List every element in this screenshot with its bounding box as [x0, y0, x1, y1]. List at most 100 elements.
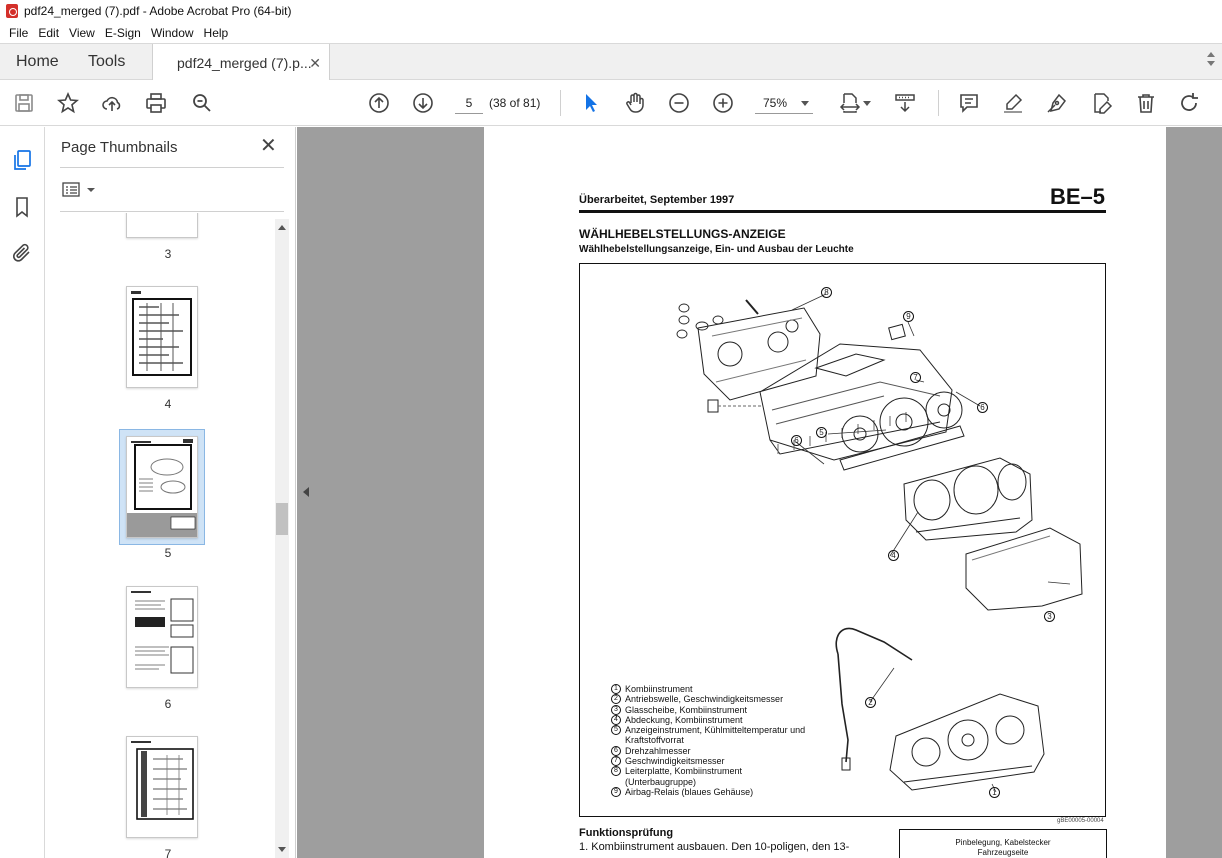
toolbar-divider: [560, 90, 561, 116]
scroll-up-icon[interactable]: [278, 225, 286, 230]
previous-page-icon[interactable]: [367, 91, 391, 115]
pin-box-title: Pinbelegung, Kabelstecker: [955, 838, 1051, 847]
page-fit-icon[interactable]: [838, 91, 862, 115]
legend-item: 2 Antriebswelle, Geschwindigkeitsmesser: [611, 694, 821, 705]
page-fit-dropdown-icon[interactable]: [863, 101, 871, 106]
panel-title: Page Thumbnails: [61, 139, 178, 156]
thumbnail-label: 4: [164, 397, 172, 411]
zoom-search-icon[interactable]: [190, 91, 214, 115]
menu-view[interactable]: View: [64, 26, 100, 40]
thumbnail-options-button[interactable]: [62, 179, 96, 201]
pdf-file-icon: [6, 4, 18, 18]
chevron-up-icon[interactable]: [1207, 52, 1215, 57]
legend-item: 8 Leiterplatte, Kombiinstrument (Unterbau…: [611, 766, 761, 787]
hand-tool-icon[interactable]: [623, 91, 647, 115]
star-icon[interactable]: [56, 91, 80, 115]
tab-bar: Home Tools pdf24_merged (7).p... ✕: [0, 43, 1222, 81]
legend-item: 9 Airbag-Relais (blaues Gehäuse): [611, 786, 821, 797]
cluster-cover: [903, 457, 1033, 541]
page-subheading: Wählhebelstellungsanzeige, Ein- und Ausb…: [579, 244, 854, 255]
callout-6: 6: [977, 402, 988, 413]
page-thumbnail-7[interactable]: [126, 736, 198, 838]
circuit-board: [697, 307, 821, 401]
drive-shaft: [835, 627, 913, 661]
callout-9: 9: [903, 311, 914, 322]
section-heading: Funktionsprüfung: [579, 827, 674, 839]
delete-icon[interactable]: [1134, 91, 1158, 115]
comment-icon[interactable]: [957, 91, 981, 115]
bookmark-icon[interactable]: [10, 195, 34, 219]
page-thumbnail-4[interactable]: [126, 286, 198, 388]
thumbnail-list: 3 4 5 6 7: [60, 213, 276, 858]
edit-pdf-icon[interactable]: [1090, 91, 1114, 115]
thumbnail-label: 5: [164, 546, 172, 560]
callout-3: 3: [1044, 611, 1055, 622]
upload-cloud-icon[interactable]: [100, 91, 124, 115]
chevron-down-icon: [801, 101, 809, 106]
pdf-page: Überarbeitet, September 1997 BE–5 WÄHLHE…: [484, 127, 1166, 858]
legend-item: 5 Anzeigeinstrument, Kühlmitteltemperatur…: [611, 725, 821, 746]
menu-file[interactable]: File: [4, 26, 33, 40]
scroll-down-icon[interactable]: [278, 847, 286, 852]
sign-icon[interactable]: [1045, 91, 1069, 115]
page-thumbnail-6[interactable]: [126, 586, 198, 688]
highlight-pen-icon[interactable]: [1001, 91, 1025, 115]
left-rail: [0, 127, 45, 858]
callout-6b: 6: [791, 435, 802, 446]
thumbnail-label: 7: [164, 847, 172, 858]
page-number-input[interactable]: [455, 92, 483, 114]
scrollbar-thumb[interactable]: [276, 503, 288, 535]
select-cursor-icon[interactable]: [579, 91, 603, 115]
tab-document[interactable]: pdf24_merged (7).p... ✕: [152, 44, 330, 81]
cluster-housing: [759, 343, 953, 461]
attachment-icon[interactable]: [10, 241, 34, 265]
header-rule: [579, 210, 1106, 213]
page-thumbnails-icon[interactable]: [10, 148, 34, 172]
callout-4: 4: [888, 550, 899, 561]
legend-item: 1 Kombiinstrument: [611, 684, 821, 694]
exploded-view-figure: 8 9 7 6 5 6 4 3 2 1 1 Kombiinstrument 2 An…: [579, 263, 1106, 817]
zoom-level-dropdown[interactable]: 75%: [755, 92, 813, 114]
menu-bar: File Edit View E-Sign Window Help: [0, 22, 1222, 43]
callout-7: 7: [910, 372, 921, 383]
procedure-step: 1. Kombiinstrument ausbauen. Den 10-poli…: [579, 841, 850, 853]
window-title: pdf24_merged (7).pdf - Adobe Acrobat Pro…: [24, 4, 292, 18]
thumbnail-scrollbar[interactable]: [275, 219, 289, 858]
close-tab-icon[interactable]: ✕: [309, 55, 321, 72]
assembled-cluster: [889, 693, 1045, 791]
menu-window[interactable]: Window: [146, 26, 199, 40]
pin-assignment-box: Pinbelegung, Kabelstecker Fahrzeugseite: [899, 829, 1107, 858]
page-thumbnail-5[interactable]: [126, 436, 198, 538]
menu-esign[interactable]: E-Sign: [100, 26, 146, 40]
zoom-level-value: 75%: [763, 96, 788, 110]
callout-1: 1: [989, 787, 1000, 798]
tab-scroll-arrows[interactable]: [1206, 48, 1216, 76]
title-bar: pdf24_merged (7).pdf - Adobe Acrobat Pro…: [0, 0, 1222, 22]
page-heading: WÄHLHEBELSTELLUNGS-ANZEIGE: [579, 227, 786, 241]
callout-2: 2: [865, 697, 876, 708]
page-thumbnail-3[interactable]: [126, 213, 198, 238]
print-icon[interactable]: [144, 91, 168, 115]
collapse-panel-icon[interactable]: [303, 487, 309, 497]
menu-help[interactable]: Help: [199, 26, 234, 40]
next-page-icon[interactable]: [411, 91, 435, 115]
page-code: BE–5: [1050, 184, 1106, 209]
page-count: (38 of 81): [489, 96, 541, 110]
page-thumbnails-panel: Page Thumbnails ✕ 3 4 5 6 7: [46, 127, 296, 858]
scroll-mode-icon[interactable]: [893, 91, 917, 115]
chevron-down-icon[interactable]: [1207, 61, 1215, 66]
legend-item: 3 Glasscheibe, Kombiinstrument: [611, 704, 821, 715]
close-icon[interactable]: ✕: [260, 136, 277, 156]
callout-8: 8: [821, 287, 832, 298]
menu-edit[interactable]: Edit: [33, 26, 64, 40]
zoom-in-icon[interactable]: [711, 91, 735, 115]
tab-home[interactable]: Home: [16, 44, 59, 80]
thumbnail-label: 3: [164, 247, 172, 261]
save-icon[interactable]: [12, 91, 36, 115]
rotate-icon[interactable]: [1177, 91, 1201, 115]
tab-tools[interactable]: Tools: [88, 44, 125, 80]
document-view[interactable]: Überarbeitet, September 1997 BE–5 WÄHLHE…: [297, 127, 1222, 858]
thumbnail-label: 6: [164, 697, 172, 711]
zoom-out-icon[interactable]: [667, 91, 691, 115]
glass-pane: [965, 527, 1083, 611]
